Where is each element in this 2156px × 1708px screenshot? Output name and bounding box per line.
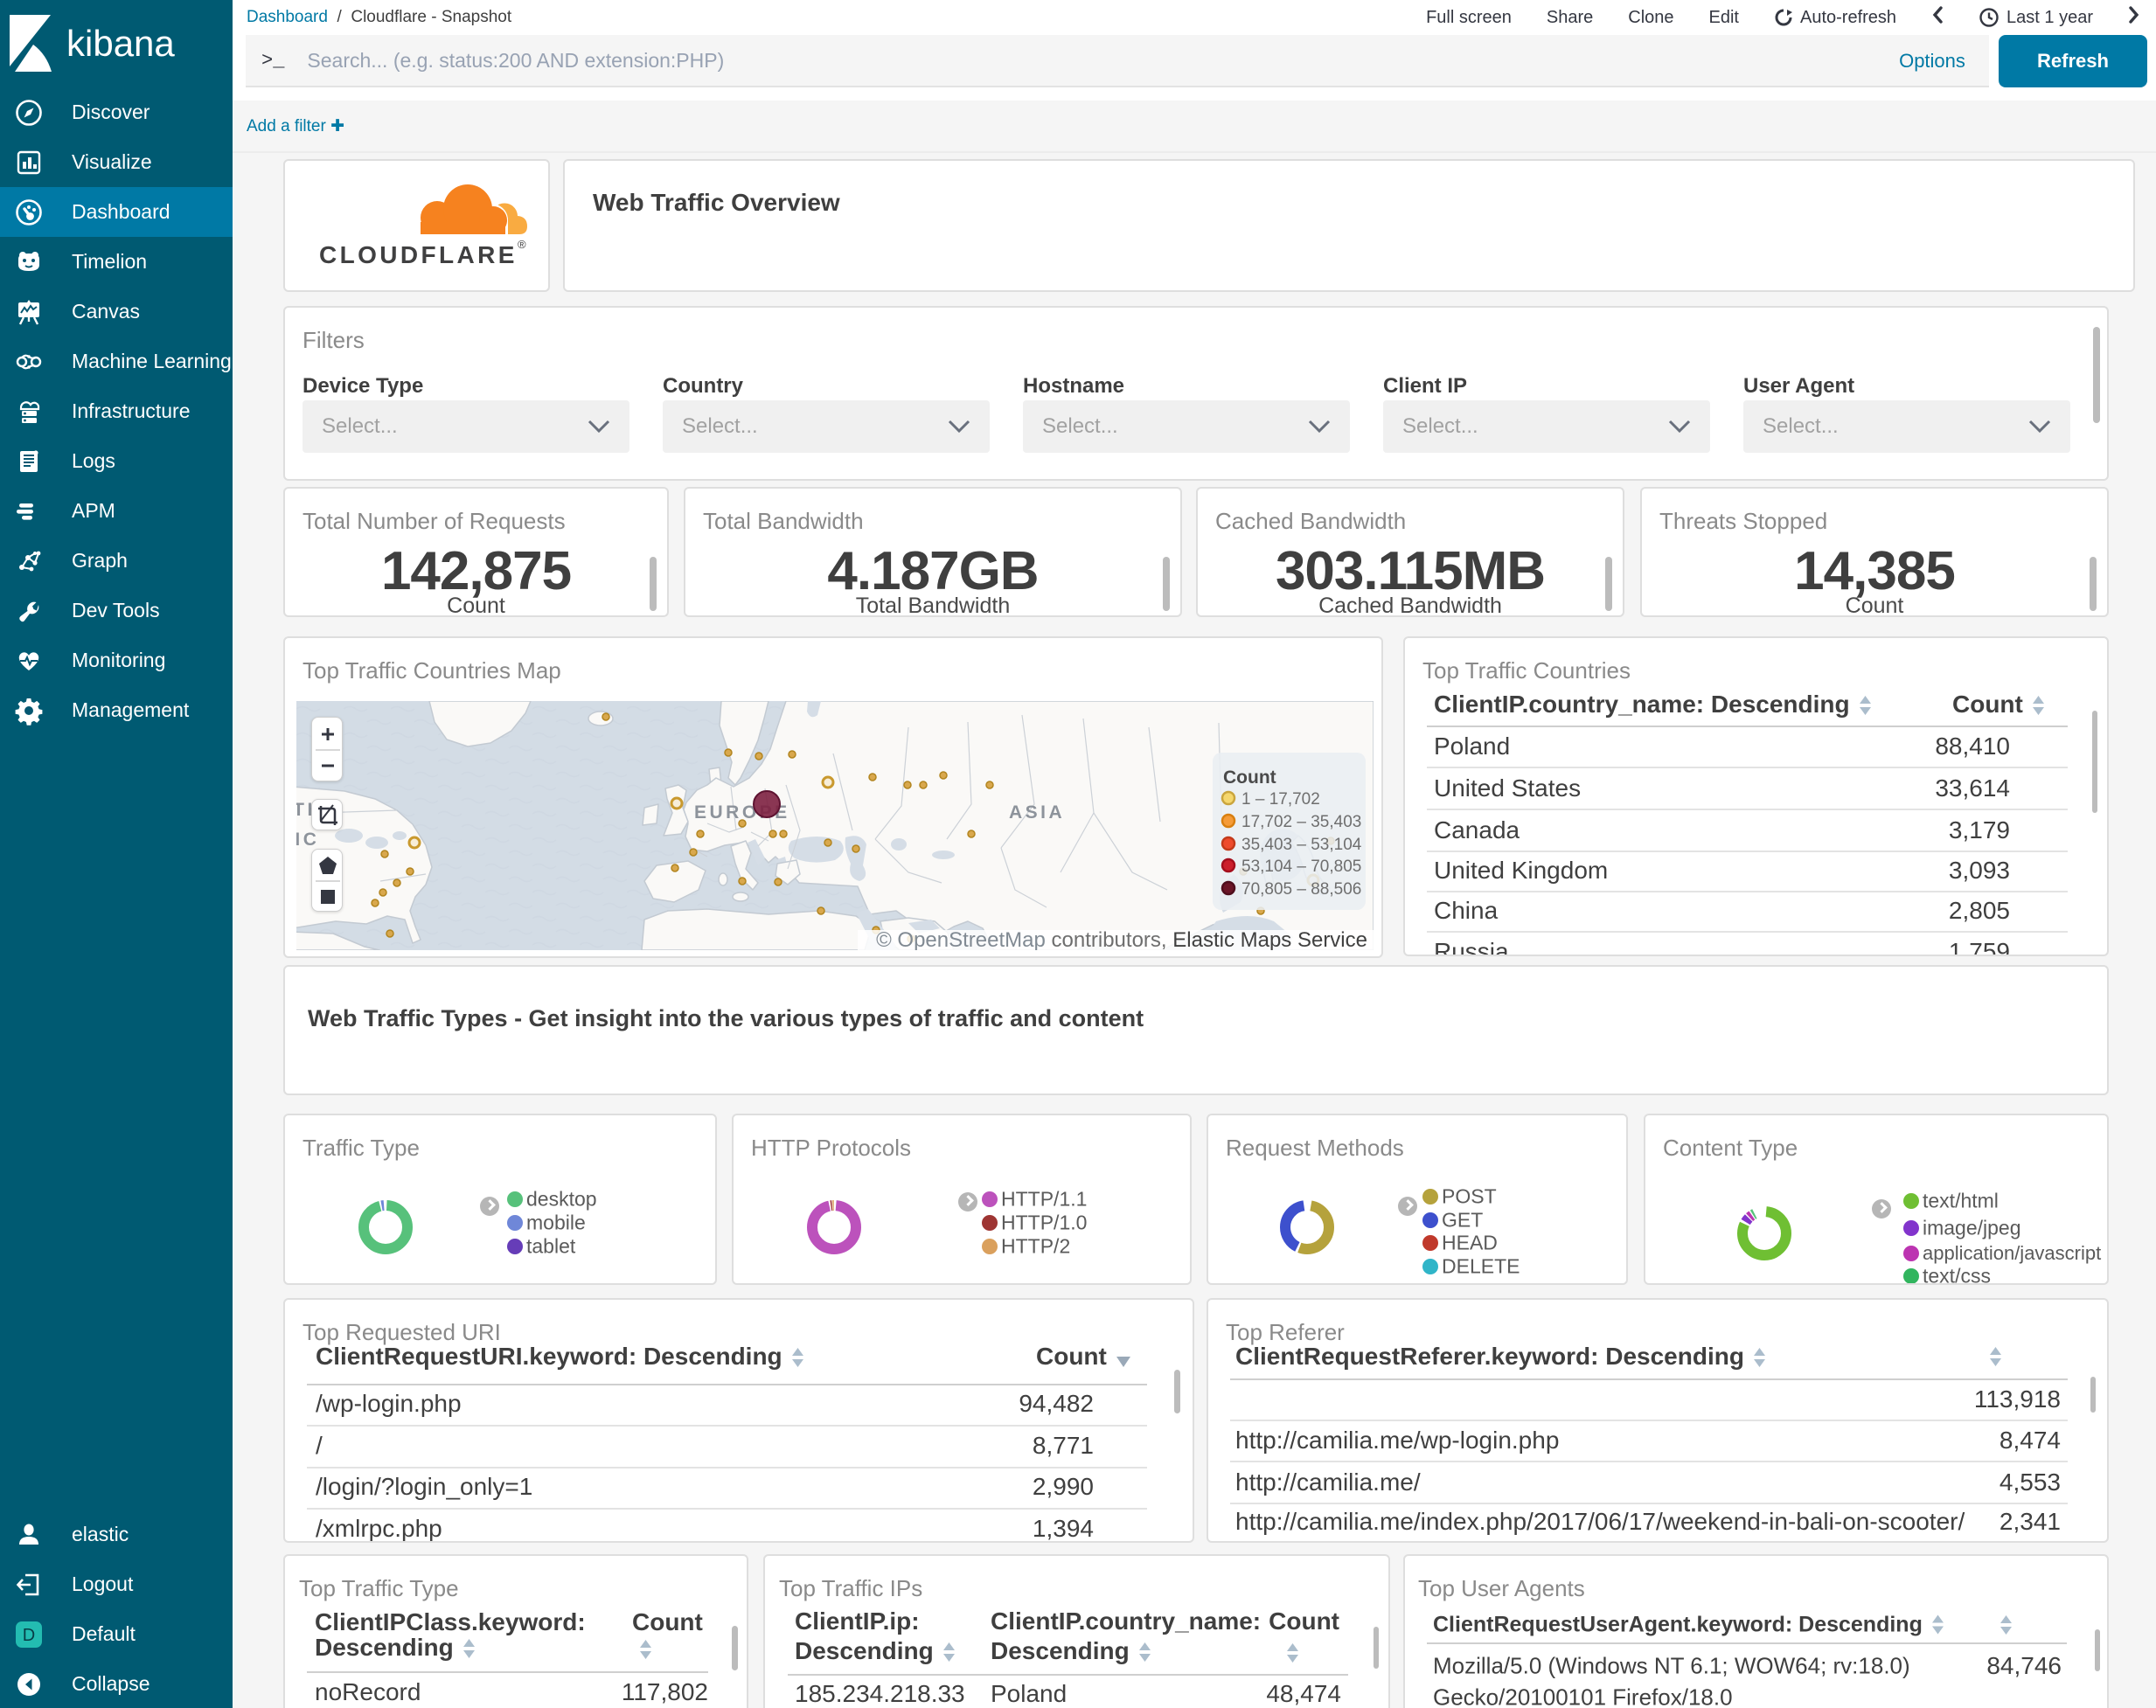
svg-text:D: D — [23, 1626, 35, 1645]
svg-text:70,805 – 88,506: 70,805 – 88,506 — [1241, 880, 1361, 899]
svg-text:®: ® — [518, 238, 526, 251]
svg-text:35,403 – 53,104: 35,403 – 53,104 — [1241, 836, 1362, 854]
svg-text:1 – 17,702: 1 – 17,702 — [1241, 790, 1320, 809]
svg-text:CLOUDFLARE: CLOUDFLARE — [319, 241, 518, 268]
svg-text:17,702 – 35,403: 17,702 – 35,403 — [1241, 813, 1361, 831]
svg-text:Count: Count — [1223, 767, 1276, 788]
svg-text:53,104 – 70,805: 53,104 – 70,805 — [1241, 857, 1361, 876]
svg-text:© OpenStreetMap contributors,: © OpenStreetMap contributors, Elastic Ma… — [876, 928, 1367, 950]
svg-text:kibana: kibana — [66, 23, 175, 64]
svg-text:ATLANTIC: ATLANTIC — [296, 830, 319, 850]
svg-text:ASIA: ASIA — [1009, 802, 1065, 823]
